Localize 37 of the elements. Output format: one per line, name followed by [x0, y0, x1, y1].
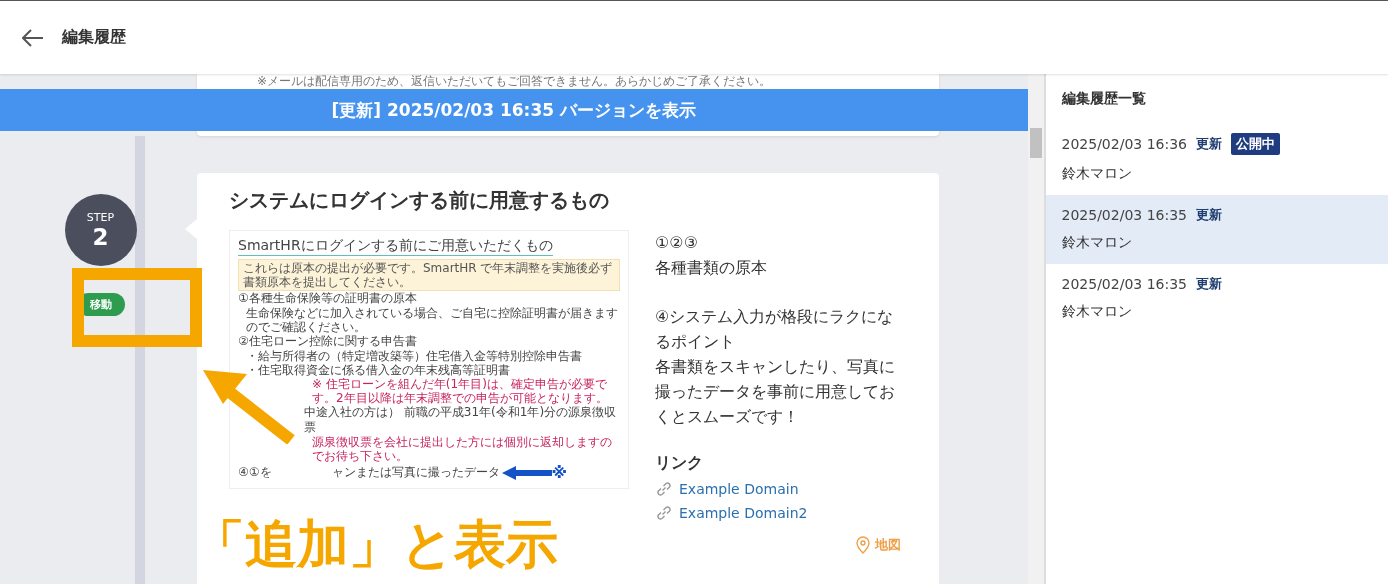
- history-item[interactable]: 2025/02/03 16:36 更新 公開中 鈴木マロン: [1045, 122, 1388, 195]
- map-pin-icon: [856, 536, 870, 554]
- slide-note: ・給与所得者の（特定増改築等）住宅借入金等特別控除申告書: [245, 349, 583, 363]
- history-title: 編集履歴一覧: [1061, 90, 1147, 108]
- page-title: 編集履歴: [62, 27, 126, 48]
- description-text: 各種書類の原本: [655, 257, 768, 279]
- slide-warning: ※ 住宅ローンを組んだ年(1年目)は、確定申告が必要です。2年目以降は年末調整での申告が可能となります。: [311, 377, 609, 405]
- back-arrow-icon[interactable]: [22, 28, 44, 47]
- links-heading: リンク: [655, 453, 704, 474]
- slide-note: ・住宅取得資金に係る借入金の年末残高等証明書: [245, 363, 511, 377]
- slide-notice: これらは原本の提出が必要です。SmartHR で年末調整を実施後必ず書類原本を提出してください。: [238, 259, 620, 291]
- link-icon: [655, 504, 673, 522]
- step-title: システムにログインする前に用意するもの: [229, 187, 610, 214]
- history-item[interactable]: 2025/02/03 16:35 更新 鈴木マロン: [1045, 195, 1388, 264]
- link-icon: [655, 480, 673, 498]
- slide-item: ④①を: [238, 465, 272, 480]
- description-text: ④システム入力が格段にラクになるポイント: [655, 306, 895, 353]
- description-text: 各書類をスキャンしたり、写真に撮ったデータを事前に用意しておくとスムーズです！: [655, 356, 896, 428]
- scrollbar[interactable]: [1027, 74, 1044, 584]
- history-item[interactable]: 2025/02/03 16:35 更新 鈴木マロン: [1045, 264, 1388, 333]
- slide-mark: ※: [551, 463, 568, 482]
- slide-item: 中途入社の方は） 前職の平成31年(令和1年)分の源泉徴収票: [304, 405, 618, 435]
- link[interactable]: Example Domain: [679, 481, 799, 497]
- slide-warning: 源泉徴収票を会社に提出した方には個別に返却しますのでお待ち下さい。: [311, 435, 613, 463]
- annotation-text: 「追加」と表示: [193, 518, 558, 570]
- card-note: ※メールは配信専用のため、返信いただいてもご回答できません。あらかじめご了承ください。: [256, 74, 773, 89]
- description-text: ①②③: [655, 232, 700, 254]
- slide-item: ①各種生命保険等の証明書の原本: [238, 291, 418, 306]
- slide-item: ②住宅ローン控除に関する申告書: [238, 334, 418, 349]
- link[interactable]: Example Domain2: [679, 505, 808, 521]
- slide-note: 生命保険などに加入されている場合、ご自宅に控除証明書が届きますのでご確認ください。: [245, 306, 619, 334]
- show-version-button[interactable]: [更新] 2025/02/03 16:35 バージョンを表示: [0, 89, 1028, 131]
- slide-item: ャンまたは写真に撮ったデータ: [331, 465, 500, 480]
- step-badge: STEP 2: [64, 194, 137, 266]
- arrow-icon: [501, 465, 552, 480]
- slide-title: SmartHRにログインする前にご用意いただくもの: [238, 237, 553, 256]
- status-badge: 公開中: [1231, 133, 1280, 155]
